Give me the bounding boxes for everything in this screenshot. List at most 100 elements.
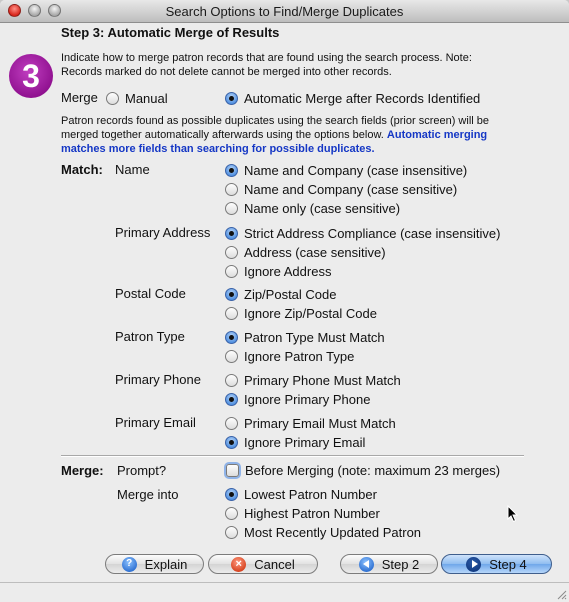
radio-indicator	[225, 349, 238, 363]
radio-indicator	[225, 487, 238, 501]
cancel-icon: ×	[231, 556, 247, 572]
ignore-zip-postal-code-radio[interactable]: Ignore Zip/Postal Code	[225, 304, 377, 322]
explain-button-label: Explain	[144, 556, 188, 572]
info-line-1: Patron records found as possible duplica…	[61, 115, 489, 127]
forward-arrow-icon	[466, 556, 482, 572]
primary-phone-must-match-radio[interactable]: Primary Phone Must Match	[225, 371, 401, 389]
radio-indicator	[225, 435, 238, 449]
dialog-window: Search Options to Find/Merge Duplicates …	[0, 0, 569, 602]
help-icon: ?	[121, 556, 137, 572]
merge-mode-automatic-radio[interactable]: Automatic Merge after Records Identified	[225, 89, 480, 107]
title-bar: Search Options to Find/Merge Duplicates	[0, 0, 569, 23]
merge-mode-label: Merge	[61, 90, 98, 105]
radio-label: Patron Type Must Match	[244, 329, 385, 345]
match-section-label: Match:	[61, 162, 103, 177]
step-4-button-label: Step 4	[489, 556, 527, 572]
ignore-primary-phone-radio[interactable]: Ignore Primary Phone	[225, 390, 370, 408]
radio-label: Name and Company (case insensitive)	[244, 162, 468, 178]
merge-prompt-label: Prompt?	[117, 463, 167, 478]
highest-patron-number-radio[interactable]: Highest Patron Number	[225, 504, 380, 522]
back-arrow-icon	[358, 556, 374, 572]
radio-indicator	[225, 416, 238, 430]
radio-indicator	[225, 182, 238, 196]
lowest-patron-number-radio[interactable]: Lowest Patron Number	[225, 485, 377, 503]
radio-label: Primary Email Must Match	[244, 415, 396, 431]
step-title: Step 3: Automatic Merge of Results	[61, 25, 280, 40]
radio-label: Address (case sensitive)	[244, 244, 386, 260]
radio-label: Ignore Patron Type	[244, 348, 355, 364]
mouse-pointer-icon	[507, 505, 519, 523]
info-text: Patron records found as possible duplica…	[61, 114, 489, 156]
name-company-sensitive-radio[interactable]: Name and Company (case sensitive)	[225, 180, 457, 198]
radio-label: Most Recently Updated Patron	[244, 524, 422, 540]
name-company-insensitive-radio[interactable]: Name and Company (case insensitive)	[225, 161, 467, 179]
most-recently-updated-patron-radio[interactable]: Most Recently Updated Patron	[225, 523, 421, 541]
ignore-address-radio[interactable]: Ignore Address	[225, 262, 331, 280]
strict-address-radio[interactable]: Strict Address Compliance (case insensit…	[225, 224, 501, 242]
name-only-sensitive-radio[interactable]: Name only (case sensitive)	[225, 199, 400, 217]
radio-label: Lowest Patron Number	[244, 486, 377, 502]
cancel-button[interactable]: × Cancel	[208, 554, 318, 574]
radio-label: Name and Company (case sensitive)	[244, 181, 458, 197]
radio-label: Strict Address Compliance (case insensit…	[244, 225, 501, 241]
radio-label: Manual	[125, 90, 168, 106]
address-sensitive-radio[interactable]: Address (case sensitive)	[225, 243, 386, 261]
radio-indicator	[225, 91, 238, 105]
radio-label: Ignore Primary Email	[244, 434, 366, 450]
step-2-button-label: Step 2	[381, 556, 420, 572]
radio-indicator	[225, 525, 238, 539]
intro-text: Indicate how to merge patron records tha…	[61, 51, 472, 79]
checkbox-indicator	[226, 463, 239, 477]
radio-indicator	[225, 306, 238, 320]
ignore-primary-email-radio[interactable]: Ignore Primary Email	[225, 433, 365, 451]
resize-grip-icon[interactable]	[555, 588, 567, 600]
radio-indicator	[225, 373, 238, 387]
match-patron-type-label: Patron Type	[115, 329, 185, 344]
intro-line-1: Indicate how to merge patron records tha…	[61, 52, 472, 64]
cancel-button-label: Cancel	[254, 556, 295, 572]
step-number-badge: 3	[9, 54, 53, 98]
radio-label: Name only (case sensitive)	[244, 200, 401, 216]
window-title: Search Options to Find/Merge Duplicates	[165, 4, 404, 19]
match-primary-address-label: Primary Address	[115, 225, 211, 240]
radio-indicator	[225, 506, 238, 520]
info-line-2-plain: merged together automatically afterwards…	[61, 129, 387, 141]
radio-indicator	[106, 91, 119, 105]
info-line-2: merged together automatically afterwards…	[61, 128, 489, 142]
intro-line-2: Records marked do not delete cannot be m…	[61, 66, 392, 78]
merge-mode-manual-radio[interactable]: Manual	[106, 89, 168, 107]
zip-postal-code-radio[interactable]: Zip/Postal Code	[225, 285, 337, 303]
radio-indicator	[225, 264, 238, 278]
radio-label: Primary Phone Must Match	[244, 372, 401, 388]
match-primary-phone-label: Primary Phone	[115, 372, 201, 387]
merge-into-label: Merge into	[117, 487, 179, 502]
radio-label: Ignore Zip/Postal Code	[244, 305, 377, 321]
radio-label: Ignore Address	[244, 263, 332, 279]
radio-indicator	[225, 226, 238, 240]
info-line-3-highlight: matches more fields than searching for p…	[61, 143, 375, 155]
radio-indicator	[225, 163, 238, 177]
before-merging-checkbox[interactable]: Before Merging (note: maximum 23 merges)	[226, 461, 500, 479]
checkbox-label: Before Merging (note: maximum 23 merges)	[245, 462, 501, 478]
info-line-2-highlight: Automatic merging	[386, 129, 488, 141]
radio-indicator	[225, 201, 238, 215]
radio-label: Zip/Postal Code	[244, 286, 337, 302]
footer-divider	[0, 582, 569, 583]
radio-label: Automatic Merge after Records Identified	[244, 90, 481, 106]
ignore-patron-type-radio[interactable]: Ignore Patron Type	[225, 347, 354, 365]
section-divider	[61, 455, 524, 457]
patron-type-must-match-radio[interactable]: Patron Type Must Match	[225, 328, 385, 346]
match-name-label: Name	[115, 162, 150, 177]
radio-label: Highest Patron Number	[244, 505, 380, 521]
radio-indicator	[225, 330, 238, 344]
radio-indicator	[225, 392, 238, 406]
primary-email-must-match-radio[interactable]: Primary Email Must Match	[225, 414, 396, 432]
match-postal-code-label: Postal Code	[115, 286, 186, 301]
radio-indicator	[225, 287, 238, 301]
step-2-button[interactable]: Step 2	[340, 554, 438, 574]
explain-button[interactable]: ? Explain	[105, 554, 204, 574]
radio-indicator	[225, 245, 238, 259]
match-primary-email-label: Primary Email	[115, 415, 196, 430]
merge-section-label: Merge:	[61, 463, 104, 478]
step-4-button[interactable]: Step 4	[441, 554, 552, 574]
